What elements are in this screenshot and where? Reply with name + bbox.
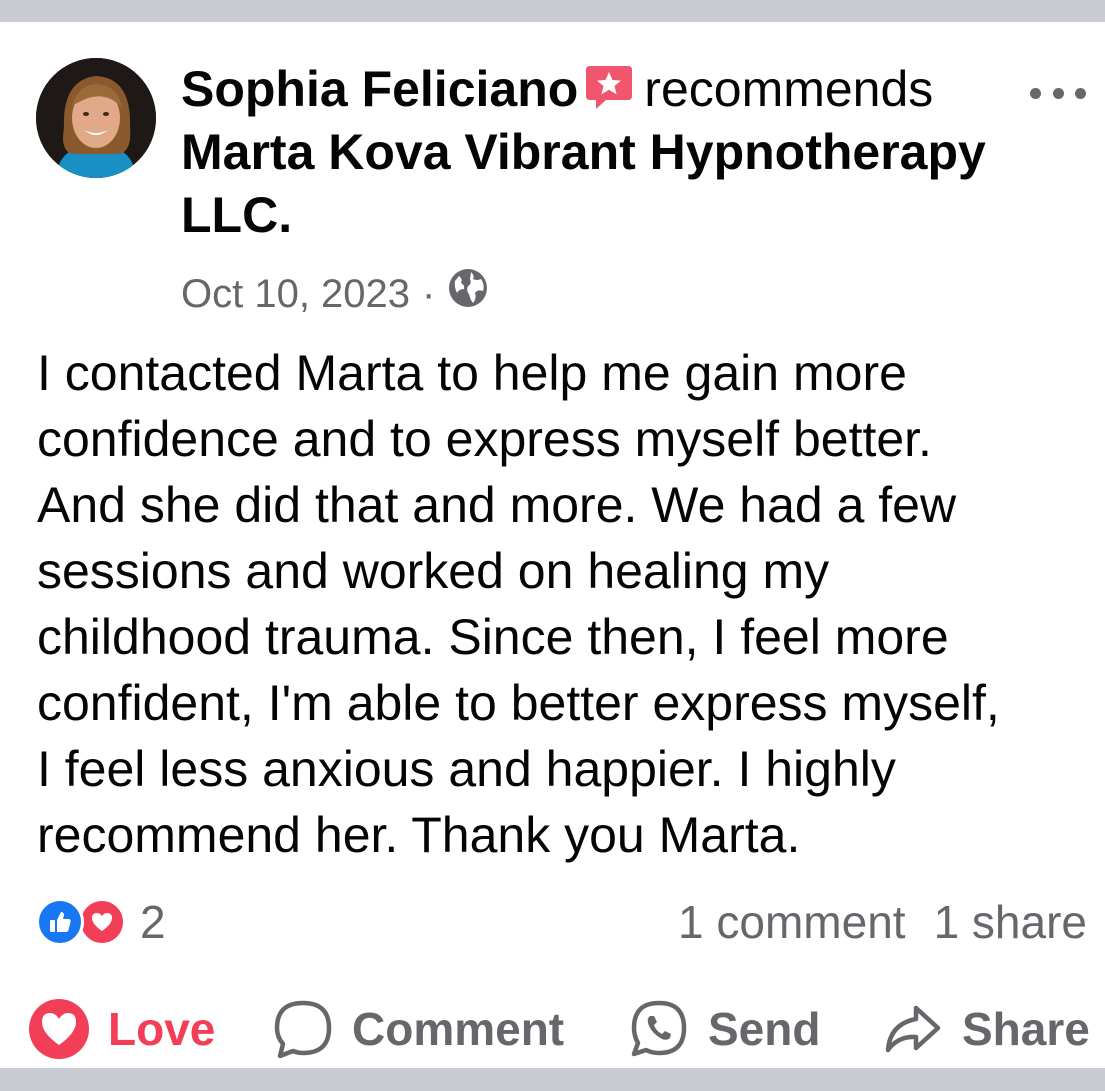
love-icon [28,998,90,1060]
share-count-link[interactable]: 1 share [934,895,1087,949]
globe-icon [447,267,489,321]
meta-separator: · [422,272,436,316]
recommends-verb: recommends [644,61,934,117]
post-meta: Oct 10, 2023 · [181,269,489,319]
post-date[interactable]: Oct 10, 2023 [181,269,410,319]
post-stats: 1 comment 1 share [650,892,1087,952]
post-header: Sophia Feliciano recommends Marta Kova Vi… [181,58,1011,247]
like-icon [36,898,84,946]
comment-icon [272,998,334,1060]
send-label: Send [708,1003,821,1055]
share-button[interactable]: Share [882,984,1090,1074]
reaction-count: 2 [140,896,166,948]
love-label: Love [108,1003,216,1055]
whatsapp-send-icon [628,998,690,1060]
more-dot-icon [1052,87,1064,99]
author-avatar[interactable] [36,58,156,178]
more-dot-icon [1030,87,1041,99]
share-label: Share [962,1003,1090,1055]
page-name-suffix: . [278,187,293,243]
author-name[interactable]: Sophia Feliciano [181,61,578,117]
comment-count-link[interactable]: 1 comment [678,895,906,949]
comment-label: Comment [352,1003,565,1055]
page-name-link[interactable]: Marta Kova Vibrant Hypnotherapy LLC [181,124,986,243]
love-reaction-icon [78,898,126,946]
more-options-button[interactable] [1030,78,1086,108]
more-dot-icon [1075,87,1086,99]
post-body: I contacted Marta to help me gain more c… [37,345,1000,863]
comment-button[interactable]: Comment [272,984,564,1074]
send-button[interactable]: Send [628,984,820,1074]
love-button[interactable]: Love [28,984,215,1074]
recommend-star-icon [584,62,634,112]
action-bar: Love Comment Send Share [0,984,1105,1074]
reactions-summary[interactable]: 2 [36,892,166,952]
post-card: Sophia Feliciano recommends Marta Kova Vi… [0,22,1105,1068]
share-arrow-icon [882,998,944,1060]
